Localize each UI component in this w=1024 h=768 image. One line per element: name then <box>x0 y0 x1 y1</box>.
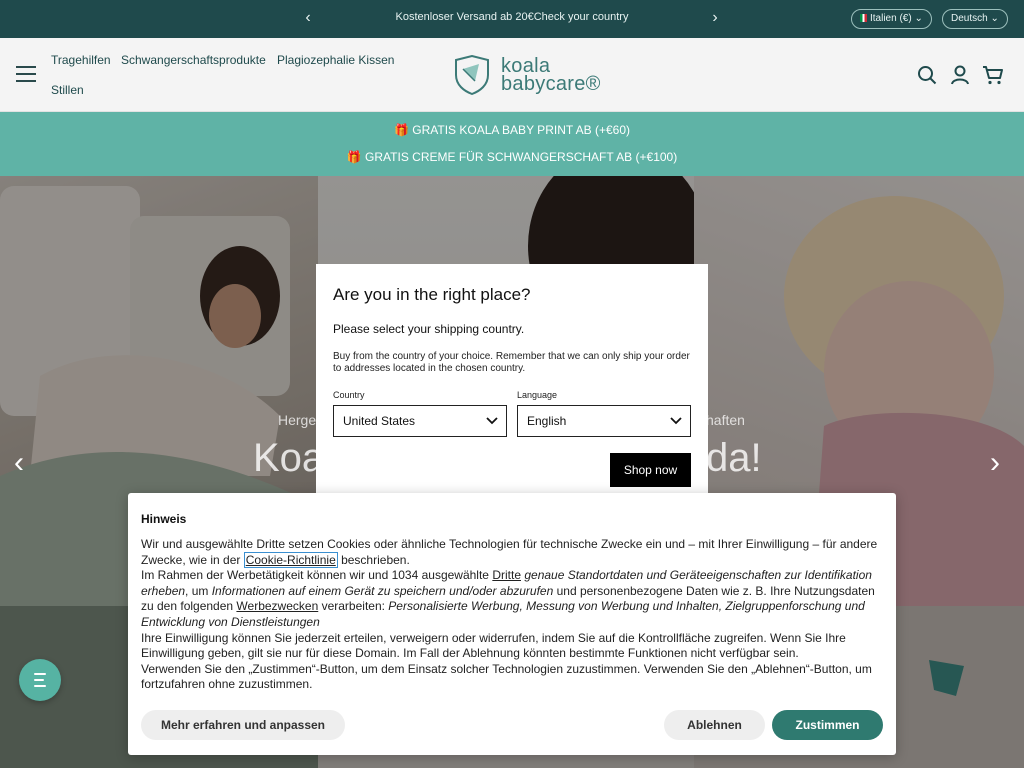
cart-icon[interactable] <box>982 64 1004 86</box>
hero-subtitle-right: haften <box>706 412 745 428</box>
nav-link-tragehilfen[interactable]: Tragehilfen <box>51 53 111 67</box>
koala-shield-icon <box>455 55 489 95</box>
brand-logo[interactable]: koala babycare® <box>453 54 613 96</box>
chat-widget-icon[interactable] <box>19 659 61 701</box>
site-header: Tragehilfen Schwangerschaftsprodukte Pla… <box>0 38 1024 112</box>
cookie-paragraph-1: Wir und ausgewählte Dritte setzen Cookie… <box>141 537 878 568</box>
accept-button[interactable]: Zustimmen <box>772 710 883 740</box>
announcement-next-icon[interactable]: › <box>707 9 723 27</box>
cookie-paragraph-4: Verwenden Sie den „Zustimmen“-Button, um… <box>141 661 872 692</box>
hero-subtitle-left: Herge <box>278 412 317 428</box>
region-selector[interactable]: Italien (€) ⌄ <box>851 9 932 29</box>
shop-now-button[interactable]: Shop now <box>610 453 691 487</box>
promo-line-baby-print[interactable]: 🎁 GRATIS KOALA BABY PRINT AB (+€60) <box>0 123 1024 137</box>
cookie-policy-link[interactable]: Cookie-Richtlinie <box>243 551 338 568</box>
modal-lead: Please select your shipping country. <box>333 322 525 336</box>
menu-icon[interactable] <box>16 66 36 82</box>
modal-description: Buy from the country of your choice. Rem… <box>333 351 690 374</box>
search-icon[interactable] <box>916 64 938 86</box>
country-select-value: United States <box>343 414 416 428</box>
account-icon[interactable] <box>949 64 971 86</box>
language-label-modal: Language <box>517 390 558 400</box>
language-label: Deutsch <box>951 13 988 24</box>
nav-link-plagiozephalie-kissen[interactable]: Plagiozephalie Kissen <box>277 53 394 67</box>
chevron-down-icon <box>486 417 498 425</box>
nav-link-stillen[interactable]: Stillen <box>51 83 84 97</box>
country-label: Country <box>333 390 365 400</box>
language-select-value: English <box>527 414 567 428</box>
country-select[interactable]: United States <box>333 405 507 437</box>
cookie-title: Hinweis <box>141 512 187 526</box>
country-modal: Are you in the right place? Please selec… <box>316 264 708 496</box>
logo-text-babycare: babycare® <box>501 73 601 95</box>
reject-button[interactable]: Ablehnen <box>664 710 765 740</box>
cookie-paragraph-2: Im Rahmen der Werbetätigkeit können wir … <box>141 568 875 629</box>
cookie-paragraph-3: Ihre Einwilligung können Sie jederzeit e… <box>141 630 846 661</box>
hero-prev-icon[interactable]: ‹ <box>14 446 24 480</box>
chevron-down-icon: ⌄ <box>914 13 923 24</box>
promo-line-creme[interactable]: 🎁 GRATIS CREME FÜR SCHWANGERSCHAFT AB (+… <box>0 150 1024 164</box>
italy-flag-icon <box>860 14 867 22</box>
nav-link-schwangerschaftsprodukte[interactable]: Schwangerschaftsprodukte <box>121 53 266 67</box>
cookie-text: Wir und ausgewählte Dritte setzen Cookie… <box>141 537 881 693</box>
announcement-bar: ‹ Kostenloser Versand ab 20€Check your c… <box>0 0 1024 38</box>
cookie-banner: Hinweis Wir und ausgewählte Dritte setze… <box>128 493 896 755</box>
language-selector[interactable]: Deutsch ⌄ <box>942 9 1008 29</box>
third-parties-link[interactable]: Dritte <box>492 568 521 582</box>
promo-band: 🎁 GRATIS KOALA BABY PRINT AB (+€60) 🎁 GR… <box>0 112 1024 176</box>
chevron-down-icon <box>670 417 682 425</box>
hero-title-left: Koa <box>253 436 325 480</box>
hero-next-icon[interactable]: › <box>990 446 1000 480</box>
learn-more-button[interactable]: Mehr erfahren und anpassen <box>141 710 345 740</box>
region-label: Italien (€) <box>870 13 912 24</box>
language-select[interactable]: English <box>517 405 691 437</box>
chevron-down-icon: ⌄ <box>990 13 999 24</box>
modal-title: Are you in the right place? <box>333 285 531 304</box>
advertising-purposes-link[interactable]: Werbezwecken <box>236 599 318 613</box>
hero-title-right: da! <box>706 436 762 480</box>
